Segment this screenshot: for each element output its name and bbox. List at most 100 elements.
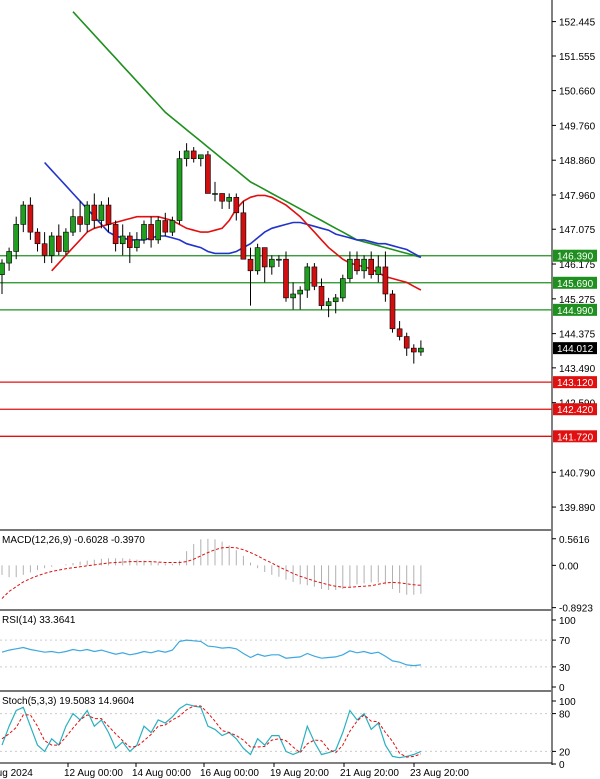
time-tick-label: Aug 2024	[0, 768, 33, 779]
price-tick-label: 139.890	[559, 503, 596, 514]
candle	[268, 255, 275, 275]
candle	[219, 193, 225, 209]
candle-body-up	[325, 301, 332, 306]
candle-body-up	[48, 235, 55, 256]
candle-body-down	[27, 204, 34, 233]
candle	[389, 290, 396, 333]
candle	[410, 344, 417, 364]
candle-body-up	[119, 235, 126, 245]
candle	[20, 201, 27, 233]
candle	[233, 193, 240, 221]
candle-body-up	[276, 258, 282, 261]
time-tick-label: 12 Aug 00:00	[64, 768, 123, 779]
candle-body-down	[354, 258, 360, 272]
candle-body-down	[368, 258, 375, 275]
candle	[84, 201, 90, 233]
stoch-title: Stoch(5,3,3) 19.5083 14.9604	[2, 696, 135, 707]
candle	[13, 216, 19, 260]
candle	[119, 224, 126, 256]
candle	[261, 247, 268, 283]
candle-body-up	[70, 216, 76, 233]
candle	[63, 228, 69, 256]
candle	[290, 282, 296, 310]
candle	[148, 216, 154, 248]
candle-body-down	[34, 231, 41, 245]
level-label: 145.690	[557, 279, 594, 290]
stoch-tick-label: 100	[559, 697, 576, 708]
candle-body-up	[169, 220, 176, 233]
candle-body-up	[0, 262, 5, 275]
macd-tick-label: 0.5616	[559, 535, 590, 546]
time-tick-label: 23 Aug 20:00	[410, 768, 469, 779]
price-tick-label: 152.445	[559, 18, 596, 29]
level-label: 146.390	[557, 252, 594, 263]
candle-body-up	[198, 154, 204, 159]
candle	[48, 232, 55, 264]
candle-body-down	[382, 266, 389, 295]
candle	[283, 251, 289, 302]
candle	[105, 197, 112, 233]
candle	[311, 263, 318, 291]
candle-body-up	[134, 239, 140, 248]
time-tick-label: 14 Aug 00:00	[132, 768, 191, 779]
candle-body-down	[190, 150, 197, 159]
candle	[34, 228, 41, 252]
candle-body-up	[155, 220, 161, 241]
candle	[176, 150, 183, 225]
candle	[375, 255, 382, 283]
candle-body-up	[176, 158, 183, 221]
time-tick-label: 21 Aug 20:00	[340, 768, 399, 779]
price-tick-label: 151.555	[559, 52, 596, 63]
candle-body-up	[84, 204, 90, 225]
rsi-tick-label: 70	[559, 636, 571, 647]
candle-body-up	[212, 193, 218, 195]
candle	[183, 143, 190, 167]
candle-body-up	[297, 289, 304, 295]
candle-body-up	[332, 297, 339, 303]
candle	[226, 193, 232, 209]
candle-body-up	[339, 278, 346, 299]
stoch-tick-label: 20	[559, 747, 571, 758]
candle	[91, 193, 98, 229]
candle	[0, 259, 5, 294]
candle-body-down	[233, 197, 240, 214]
rsi-line	[1, 639, 421, 667]
candle-body-up	[6, 251, 12, 264]
candle	[254, 243, 261, 275]
candle-body-up	[361, 258, 367, 272]
stoch-panel: Stoch(5,3,3) 19.5083 14.9604	[0, 696, 552, 759]
candle	[325, 297, 332, 318]
candle	[382, 251, 389, 302]
candle-body-down	[162, 220, 169, 233]
candle-body-up	[141, 224, 147, 241]
time-axis: Aug 2024 12 Aug 00:00 14 Aug 00:00 16 Aug 0…	[0, 763, 469, 779]
price-tick-label: 140.790	[559, 468, 596, 479]
candle	[190, 147, 197, 163]
candle	[396, 321, 403, 341]
candle-body-down	[77, 216, 83, 225]
macd-panel: MACD(12,26,9) -0.6028 -0.3970	[1, 535, 422, 599]
candle-body-down	[311, 266, 318, 287]
rsi-tick-label: 100	[559, 616, 576, 627]
level-label: 143.120	[557, 378, 594, 389]
time-tick-label: 19 Aug 20:00	[270, 768, 329, 779]
candle-body-down	[41, 243, 48, 256]
macd-tick-label: -0.8923	[559, 604, 593, 615]
rsi-tick-label: 30	[559, 663, 571, 674]
candle-body-up	[254, 247, 261, 272]
macd-title: MACD(12,26,9) -0.6028 -0.3970	[2, 535, 145, 546]
stoch-tick-label: 0	[559, 760, 565, 771]
stoch-tick-label: 80	[559, 710, 571, 721]
level-label: 141.720	[557, 432, 594, 443]
candle-body-up	[290, 293, 296, 299]
level-label: 144.990	[557, 306, 594, 317]
price-tick-label: 149.760	[559, 121, 596, 132]
candle-body-up	[268, 258, 275, 268]
candle	[276, 255, 282, 267]
price-tick-label: 147.960	[559, 191, 596, 202]
stoch-k-line	[1, 703, 422, 759]
candle	[205, 150, 211, 194]
candle	[155, 216, 161, 244]
candle-body-down	[219, 193, 225, 202]
candle-body-up	[63, 231, 69, 252]
